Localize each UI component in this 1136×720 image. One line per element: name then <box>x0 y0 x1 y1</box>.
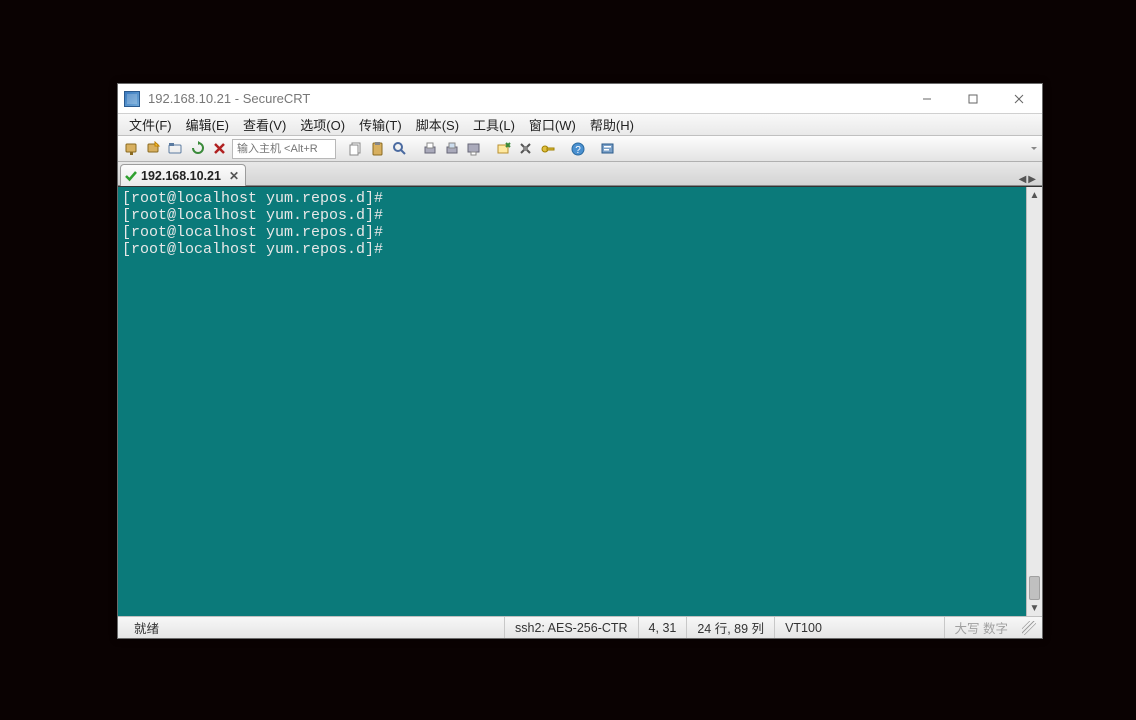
disconnect-icon <box>212 141 228 157</box>
connect-tab-icon <box>168 141 184 157</box>
menu-options[interactable]: 选项(O) <box>293 113 352 136</box>
minimize-button[interactable] <box>904 84 950 114</box>
terminal-line: [root@localhost yum.repos.d]# <box>122 190 1022 207</box>
resize-grip[interactable] <box>1022 621 1036 635</box>
print-icon <box>422 141 438 157</box>
session-options-icon <box>518 141 534 157</box>
titlebar: 192.168.10.21 - SecureCRT <box>118 84 1042 114</box>
help-icon: ? <box>570 141 586 157</box>
host-input[interactable] <box>232 139 336 159</box>
scroll-thumb[interactable] <box>1029 576 1040 600</box>
disconnect-button[interactable] <box>210 139 230 159</box>
menubar: 文件(F) 编辑(E) 查看(V) 选项(O) 传输(T) 脚本(S) 工具(L… <box>118 114 1042 136</box>
vertical-scrollbar[interactable]: ▲ ▼ <box>1026 187 1042 616</box>
tab-nav: ◀ ▶ <box>1019 174 1042 185</box>
print-selection-button[interactable] <box>442 139 462 159</box>
menu-script[interactable]: 脚本(S) <box>409 113 466 136</box>
copy-button[interactable] <box>346 139 366 159</box>
tab-next-button[interactable]: ▶ <box>1028 174 1036 185</box>
status-cursor: 4, 31 <box>638 617 687 638</box>
status-size: 24 行, 89 列 <box>686 617 774 638</box>
minimize-icon <box>922 94 932 104</box>
quick-connect-icon <box>146 141 162 157</box>
app-icon <box>124 91 140 107</box>
securecrt-window: 192.168.10.21 - SecureCRT 文件(F) 编辑(E) 查看… <box>117 83 1043 639</box>
reconnect-icon <box>190 141 206 157</box>
connect-tab-button[interactable] <box>166 139 186 159</box>
svg-text:?: ? <box>575 145 581 156</box>
menu-transfer[interactable]: 传输(T) <box>352 113 409 136</box>
activator-button[interactable] <box>598 139 618 159</box>
print-button[interactable] <box>420 139 440 159</box>
connect-icon <box>124 141 140 157</box>
tab-label: 192.168.10.21 <box>141 169 221 183</box>
help-button[interactable]: ? <box>568 139 588 159</box>
statusbar: 就绪 ssh2: AES-256-CTR 4, 31 24 行, 89 列 VT… <box>118 616 1042 638</box>
scroll-down-icon[interactable]: ▼ <box>1027 600 1042 616</box>
session-tab[interactable]: 192.168.10.21 ✕ <box>120 164 246 186</box>
terminal-line: [root@localhost yum.repos.d]# <box>122 241 1022 258</box>
paste-button[interactable] <box>368 139 388 159</box>
new-session-button[interactable] <box>494 139 514 159</box>
status-caps: 大写 数字 <box>944 617 1018 638</box>
paste-icon <box>370 141 386 157</box>
maximize-icon <box>968 94 978 104</box>
terminal-line: [root@localhost yum.repos.d]# <box>122 207 1022 224</box>
activator-icon <box>600 141 616 157</box>
connect-button[interactable] <box>122 139 142 159</box>
close-icon <box>1014 94 1024 104</box>
close-button[interactable] <box>996 84 1042 114</box>
find-button[interactable] <box>390 139 410 159</box>
find-icon <box>392 141 408 157</box>
terminal-area: [root@localhost yum.repos.d]#[root@local… <box>118 186 1042 616</box>
menu-file[interactable]: 文件(F) <box>122 113 179 136</box>
public-key-button[interactable] <box>538 139 558 159</box>
toolbar-overflow[interactable] <box>1030 139 1038 159</box>
print-screen-button[interactable] <box>464 139 484 159</box>
session-options-button[interactable] <box>516 139 536 159</box>
tabbar: 192.168.10.21 ✕ ◀ ▶ <box>118 162 1042 186</box>
menu-edit[interactable]: 编辑(E) <box>179 113 236 136</box>
status-term: VT100 <box>774 617 832 638</box>
window-title: 192.168.10.21 - SecureCRT <box>148 91 310 106</box>
reconnect-button[interactable] <box>188 139 208 159</box>
menu-help[interactable]: 帮助(H) <box>583 113 641 136</box>
connected-icon <box>125 170 137 182</box>
new-session-icon <box>496 141 512 157</box>
toolbar: ? <box>118 136 1042 162</box>
menu-tools[interactable]: 工具(L) <box>466 113 522 136</box>
menu-view[interactable]: 查看(V) <box>236 113 293 136</box>
terminal-line: [root@localhost yum.repos.d]# <box>122 224 1022 241</box>
menu-window[interactable]: 窗口(W) <box>522 113 583 136</box>
maximize-button[interactable] <box>950 84 996 114</box>
scroll-up-icon[interactable]: ▲ <box>1027 187 1042 203</box>
key-icon <box>540 141 556 157</box>
print-selection-icon <box>444 141 460 157</box>
status-crypto: ssh2: AES-256-CTR <box>504 617 638 638</box>
tab-prev-button[interactable]: ◀ <box>1019 174 1027 185</box>
scroll-track[interactable] <box>1027 203 1042 600</box>
terminal[interactable]: [root@localhost yum.repos.d]#[root@local… <box>118 187 1026 616</box>
status-ready: 就绪 <box>124 617 504 638</box>
print-screen-icon <box>466 141 482 157</box>
copy-icon <box>348 141 364 157</box>
quick-connect-button[interactable] <box>144 139 164 159</box>
tab-close-button[interactable]: ✕ <box>229 169 239 183</box>
